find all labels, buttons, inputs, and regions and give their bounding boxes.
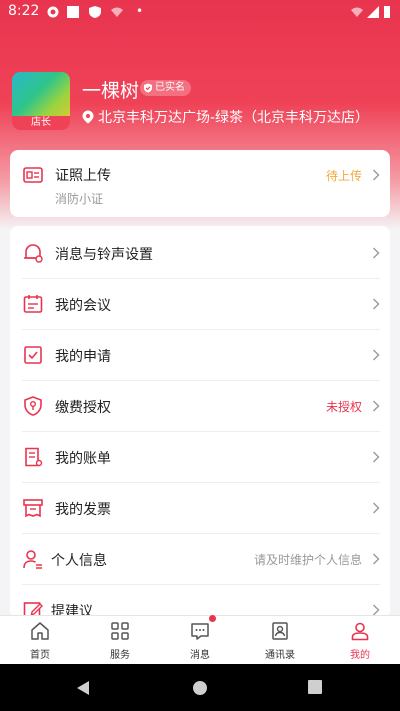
chevron-right-icon	[373, 349, 380, 361]
tab-label: 通讯录	[265, 650, 295, 661]
menu-item-my-bills[interactable]: 我的账单	[10, 432, 390, 483]
menu-label: 消息与铃声设置	[55, 247, 153, 263]
user-edit-icon	[23, 550, 42, 569]
menu-item-my-meetings[interactable]: 我的会议	[10, 279, 390, 330]
id-card-icon	[23, 167, 43, 183]
menu-item-suggestions[interactable]: 提建议	[10, 585, 390, 618]
certificate-status: 待上传	[325, 169, 362, 183]
chevron-right-icon	[373, 400, 380, 412]
battery-icon	[384, 6, 390, 18]
menu-label: 我的会议	[55, 298, 111, 314]
checklist-icon	[24, 346, 42, 364]
chat-icon	[191, 623, 209, 640]
contacts-icon	[272, 622, 288, 640]
role-badge: 店长	[12, 116, 70, 130]
user-name: 一棵树	[82, 80, 140, 102]
menu-label: 我的发票	[55, 502, 111, 518]
menu-item-personal-info[interactable]: 个人信息 请及时维护个人信息	[10, 534, 390, 585]
person-icon	[351, 622, 369, 641]
square-status-icon	[67, 6, 79, 18]
shield-key-icon	[24, 396, 42, 416]
calendar-icon	[23, 295, 43, 313]
wifi-status-icon	[111, 7, 123, 17]
tab-label: 消息	[190, 650, 210, 661]
check-shield-icon	[144, 83, 152, 93]
location-pin-icon	[82, 110, 94, 124]
tab-contacts[interactable]: 通讯录	[240, 616, 320, 665]
location-text: 北京丰科万达广场-绿茶（北京丰科万达店）	[98, 110, 370, 126]
bill-icon	[25, 447, 43, 467]
invoice-icon	[23, 499, 43, 518]
bell-settings-icon	[24, 244, 43, 263]
chevron-right-icon	[373, 553, 380, 565]
verified-label: 已实名	[155, 82, 185, 93]
menu-label: 我的申请	[55, 349, 111, 365]
menu-label: 个人信息	[51, 553, 107, 569]
tab-label: 首页	[30, 650, 50, 661]
tab-label: 服务	[110, 650, 130, 661]
menu-item-message-ringtone[interactable]: 消息与铃声设置	[10, 228, 390, 279]
authorization-status: 未授权	[325, 400, 362, 414]
wifi-signal-icon	[351, 7, 363, 17]
menu-item-payment-authorization[interactable]: 缴费授权 未授权	[10, 381, 390, 432]
home-icon	[31, 622, 49, 640]
store-location[interactable]: 北京丰科万达广场-绿茶（北京丰科万达店）	[82, 107, 369, 127]
menu-label: 我的账单	[55, 451, 111, 467]
unread-dot	[209, 615, 216, 622]
certificate-title: 证照上传	[55, 168, 111, 184]
status-time: 8:22	[8, 3, 40, 19]
chevron-right-icon	[373, 298, 380, 310]
bottom-tab-bar: 首页 服务 消息 通讯录 我的	[0, 615, 400, 664]
certificate-subtitle: 消防小证	[55, 192, 104, 206]
settings-menu-card: 消息与铃声设置 我的会议 我的申请 缴费授权 未授权 我的账单 我的发票 个人信…	[10, 226, 390, 618]
certificate-upload-row[interactable]: 证照上传 消防小证 待上传	[10, 150, 390, 217]
back-icon[interactable]	[76, 680, 90, 696]
tab-services[interactable]: 服务	[80, 616, 160, 665]
avatar[interactable]: 店长	[12, 72, 70, 130]
cell-signal-icon	[367, 6, 379, 18]
personal-info-hint: 请及时维护个人信息	[253, 553, 362, 567]
chevron-right-icon	[373, 169, 380, 181]
notification-dot-icon: •	[136, 4, 144, 18]
verified-badge: 已实名	[140, 80, 191, 96]
chevron-right-icon	[373, 451, 380, 463]
menu-label: 缴费授权	[55, 400, 111, 416]
system-navigation-bar	[0, 664, 400, 711]
tab-label: 我的	[350, 650, 370, 661]
shield-status-icon	[89, 6, 101, 18]
menu-item-my-invoices[interactable]: 我的发票	[10, 483, 390, 534]
grid-icon	[111, 622, 129, 640]
tab-me[interactable]: 我的	[320, 616, 400, 665]
tab-messages[interactable]: 消息	[160, 615, 240, 665]
chevron-right-icon	[373, 502, 380, 514]
tab-home[interactable]: 首页	[0, 616, 80, 665]
status-bar: 8:22 •	[0, 0, 400, 24]
certificate-card[interactable]: 证照上传 消防小证 待上传	[10, 150, 390, 217]
menu-item-my-applications[interactable]: 我的申请	[10, 330, 390, 381]
chevron-right-icon	[373, 247, 380, 259]
home-button-icon[interactable]	[192, 680, 208, 696]
recents-icon[interactable]	[308, 680, 322, 694]
settings-status-icon	[47, 6, 59, 18]
